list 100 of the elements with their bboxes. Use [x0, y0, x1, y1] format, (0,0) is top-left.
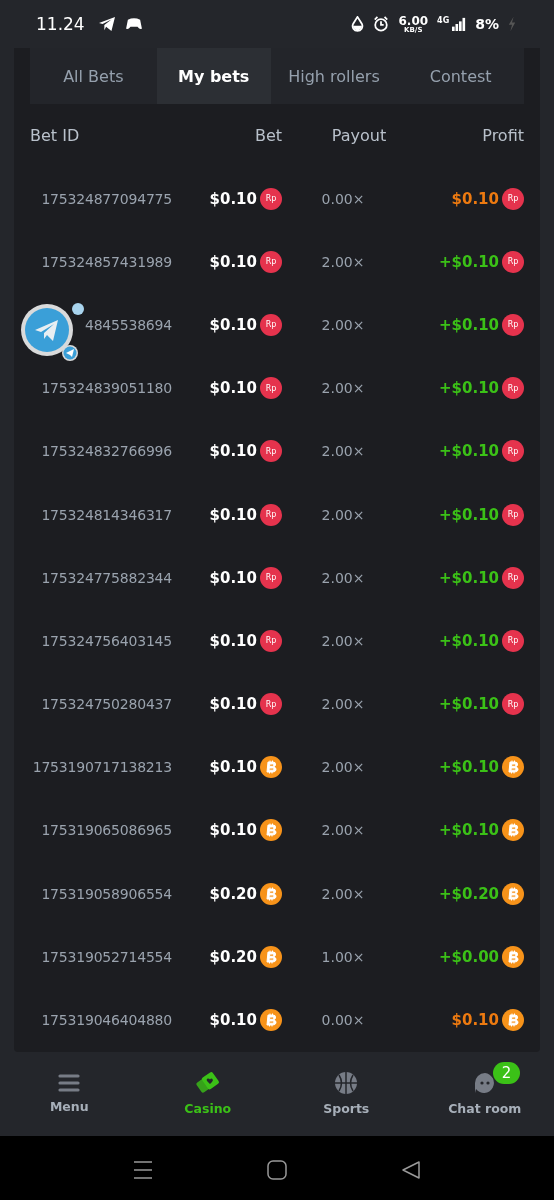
back-icon[interactable] [401, 1159, 421, 1180]
profit-amount: +$0.10 [439, 379, 499, 398]
payout-multiplier: 2.00× [320, 380, 366, 397]
bet-amount: $0.10 [209, 1011, 257, 1030]
profit-amount: +$0.10 [439, 695, 499, 714]
tab[interactable]: Contest [397, 48, 524, 104]
chat-icon [472, 1071, 497, 1096]
rupiah-coin-icon: Rp [260, 250, 282, 273]
payout-multiplier: 2.00× [320, 443, 366, 460]
bet-id: 175324750280437 [40, 696, 172, 713]
profit-amount: $0.10 [451, 189, 499, 208]
bet-id: 175324857431989 [40, 253, 172, 270]
payout-multiplier: 2.00× [320, 316, 366, 333]
payout-multiplier: 2.00× [320, 632, 366, 649]
rupiah-coin-icon: Rp [260, 503, 282, 526]
bet-amount: $0.10 [209, 695, 257, 714]
cards-icon [195, 1071, 220, 1096]
bet-amount: $0.10 [209, 821, 257, 840]
rupiah-coin-icon: Rp [502, 503, 524, 526]
bitcoin-icon [502, 819, 524, 842]
rupiah-coin-icon: Rp [260, 693, 282, 716]
bet-id: 175324877094775 [40, 190, 172, 207]
bet-amount: $0.10 [209, 315, 257, 334]
profit-amount: $0.10 [451, 1011, 499, 1030]
profit-amount: +$0.10 [439, 315, 499, 334]
notification-badge: 2 [492, 1061, 521, 1084]
profit-amount: +$0.00 [439, 947, 499, 966]
bet-amount: $0.10 [209, 442, 257, 461]
bitcoin-icon [502, 945, 524, 968]
profit-amount: +$0.10 [439, 568, 499, 587]
profit-amount: +$0.10 [439, 631, 499, 650]
rupiah-coin-icon: Rp [502, 693, 524, 716]
bet-id: 175324756403145 [40, 632, 172, 649]
bitcoin-icon [502, 1009, 524, 1032]
rupiah-coin-icon: Rp [260, 313, 282, 336]
nav-item[interactable]: Sports [277, 1051, 416, 1136]
gamepad-icon [124, 17, 143, 31]
nav-item[interactable]: Casino [138, 1051, 277, 1136]
bet-amount: $0.10 [209, 189, 257, 208]
bet-id: 175319052714554 [40, 948, 172, 965]
payout-multiplier: 2.00× [320, 569, 366, 586]
home-icon[interactable] [267, 1159, 287, 1180]
bet-amount: $0.10 [209, 252, 257, 271]
tab[interactable]: My bets [156, 48, 271, 104]
battery-level: 8% [475, 16, 499, 32]
column-header: Payout [330, 126, 388, 145]
recent-apps-icon[interactable] [133, 1160, 153, 1179]
rupiah-coin-icon: Rp [502, 377, 524, 400]
alarm-icon [373, 16, 390, 32]
rupiah-coin-icon: Rp [502, 440, 524, 463]
payout-multiplier: 2.00× [320, 822, 366, 839]
payout-multiplier: 2.00× [320, 506, 366, 523]
bet-amount: $0.10 [209, 505, 257, 524]
bet-id: 175324775882344 [40, 569, 172, 586]
bet-id: 175324839051180 [40, 380, 172, 397]
nav-item[interactable]: Chat room 2 [415, 1051, 554, 1136]
charging-icon [508, 16, 516, 32]
payout-multiplier: 2.00× [320, 696, 366, 713]
network-type: 4G [437, 16, 450, 25]
bet-id: 175324814346317 [40, 506, 172, 523]
bet-id: 1753190717138213 [31, 759, 172, 776]
rupiah-coin-icon: Rp [260, 187, 282, 210]
bitcoin-icon [502, 756, 524, 779]
network-speed: 6.00 [398, 14, 429, 27]
rupiah-coin-icon: Rp [260, 377, 282, 400]
bet-amount: $0.20 [209, 884, 257, 903]
rupiah-coin-icon: Rp [502, 629, 524, 652]
profit-amount: +$0.10 [439, 821, 499, 840]
rupiah-coin-icon: Rp [260, 566, 282, 589]
bet-amount: $0.10 [209, 758, 257, 777]
rupiah-coin-icon: Rp [260, 629, 282, 652]
bitcoin-icon [502, 882, 524, 905]
payout-multiplier: 0.00× [320, 1012, 366, 1029]
tab[interactable]: High rollers [270, 48, 398, 104]
drop-icon [351, 16, 365, 32]
bet-id: 175319058906554 [40, 885, 172, 902]
bet-amount: $0.20 [209, 947, 257, 966]
column-header: Bet [253, 126, 283, 145]
payout-multiplier: 2.00× [320, 759, 366, 776]
bet-amount: $0.10 [209, 568, 257, 587]
signal-icon [452, 16, 467, 32]
rupiah-coin-icon: Rp [502, 250, 524, 273]
payout-multiplier: 2.00× [320, 253, 366, 270]
rupiah-coin-icon: Rp [260, 440, 282, 463]
nav-item[interactable]: Menu [0, 1051, 139, 1136]
bet-id: 175319065086965 [40, 822, 172, 839]
tab[interactable]: All Bets [30, 48, 157, 104]
column-header: Profit [481, 126, 524, 145]
profit-amount: +$0.10 [439, 252, 499, 271]
profit-amount: +$0.10 [439, 505, 499, 524]
rupiah-coin-icon: Rp [502, 313, 524, 336]
bet-amount: $0.10 [209, 379, 257, 398]
bet-id: 4845538694 [83, 316, 172, 333]
rupiah-coin-icon: Rp [502, 566, 524, 589]
profit-amount: +$0.10 [439, 442, 499, 461]
bet-amount: $0.10 [209, 631, 257, 650]
payout-multiplier: 0.00× [320, 190, 366, 207]
bet-id: 175319046404880 [40, 1012, 172, 1029]
profit-amount: +$0.20 [439, 884, 499, 903]
bet-id: 175324832766996 [40, 443, 172, 460]
